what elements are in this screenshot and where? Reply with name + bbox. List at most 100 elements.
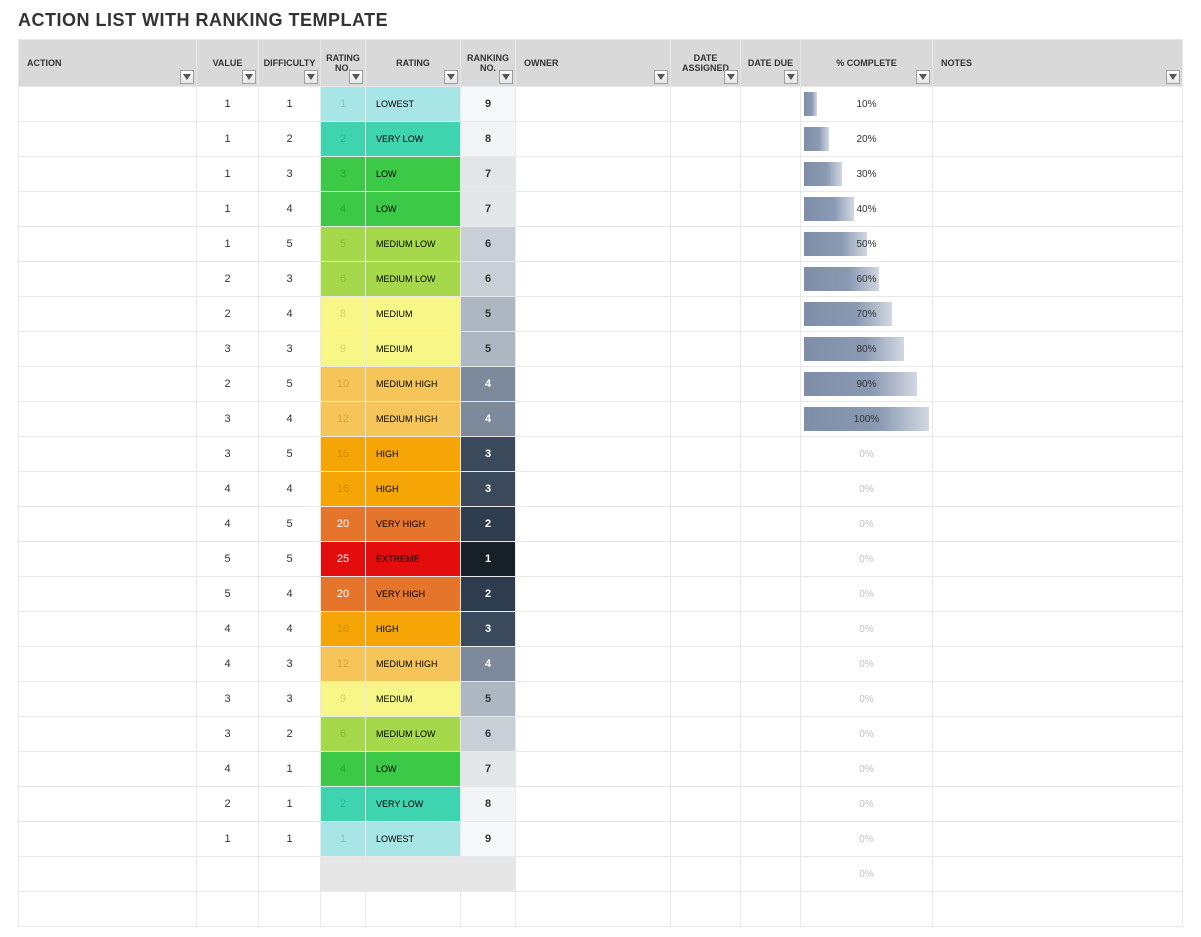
cell-difficulty[interactable]: 4 xyxy=(259,612,321,647)
cell-owner[interactable] xyxy=(516,857,671,892)
cell-difficulty[interactable]: 1 xyxy=(259,822,321,857)
cell-difficulty[interactable]: 1 xyxy=(259,787,321,822)
cell-difficulty[interactable] xyxy=(259,857,321,892)
cell-date-due[interactable] xyxy=(741,822,801,857)
cell-action[interactable] xyxy=(19,122,197,157)
cell-notes[interactable] xyxy=(933,262,1183,297)
cell-notes[interactable] xyxy=(933,542,1183,577)
cell-date-due[interactable] xyxy=(741,507,801,542)
cell-value[interactable]: 3 xyxy=(197,437,259,472)
cell-difficulty[interactable]: 4 xyxy=(259,297,321,332)
cell-difficulty[interactable]: 4 xyxy=(259,192,321,227)
cell-action[interactable] xyxy=(19,227,197,262)
cell-date-due[interactable] xyxy=(741,612,801,647)
cell-value[interactable]: 3 xyxy=(197,717,259,752)
cell-date-due[interactable] xyxy=(741,472,801,507)
cell-owner[interactable] xyxy=(516,367,671,402)
cell-owner[interactable] xyxy=(516,157,671,192)
cell-action[interactable] xyxy=(19,402,197,437)
cell-value[interactable]: 4 xyxy=(197,472,259,507)
cell-notes[interactable] xyxy=(933,612,1183,647)
cell-notes[interactable] xyxy=(933,822,1183,857)
cell-action[interactable] xyxy=(19,367,197,402)
cell-action[interactable] xyxy=(19,472,197,507)
cell-owner[interactable] xyxy=(516,122,671,157)
cell-owner[interactable] xyxy=(516,577,671,612)
cell-date-due[interactable] xyxy=(741,857,801,892)
cell-date-assigned[interactable] xyxy=(671,857,741,892)
cell-complete[interactable]: 0% xyxy=(801,437,933,472)
cell-value[interactable]: 4 xyxy=(197,612,259,647)
cell-value[interactable]: 1 xyxy=(197,87,259,122)
cell-date-due[interactable] xyxy=(741,752,801,787)
cell-difficulty[interactable]: 1 xyxy=(259,752,321,787)
cell-date-assigned[interactable] xyxy=(671,577,741,612)
cell-date-assigned[interactable] xyxy=(671,717,741,752)
cell-date-assigned[interactable] xyxy=(671,507,741,542)
cell-value[interactable]: 4 xyxy=(197,507,259,542)
cell-notes[interactable] xyxy=(933,157,1183,192)
cell-difficulty[interactable]: 5 xyxy=(259,367,321,402)
cell-value[interactable]: 3 xyxy=(197,682,259,717)
cell-complete[interactable]: 20% xyxy=(801,122,933,157)
cell-value[interactable]: 1 xyxy=(197,192,259,227)
cell-date-due[interactable] xyxy=(741,682,801,717)
cell-value[interactable]: 1 xyxy=(197,157,259,192)
cell-notes[interactable] xyxy=(933,332,1183,367)
cell-notes[interactable] xyxy=(933,437,1183,472)
cell-action[interactable] xyxy=(19,297,197,332)
cell-date-due[interactable] xyxy=(741,192,801,227)
filter-icon[interactable] xyxy=(724,70,738,84)
cell-notes[interactable] xyxy=(933,297,1183,332)
cell-value[interactable]: 5 xyxy=(197,542,259,577)
cell-owner[interactable] xyxy=(516,402,671,437)
cell-owner[interactable] xyxy=(516,892,671,927)
cell-notes[interactable] xyxy=(933,472,1183,507)
cell-value[interactable]: 4 xyxy=(197,752,259,787)
cell-notes[interactable] xyxy=(933,87,1183,122)
cell-owner[interactable] xyxy=(516,787,671,822)
filter-icon[interactable] xyxy=(916,70,930,84)
cell-date-due[interactable] xyxy=(741,227,801,262)
cell-value[interactable]: 3 xyxy=(197,402,259,437)
cell-date-due[interactable] xyxy=(741,647,801,682)
cell-complete[interactable]: 0% xyxy=(801,787,933,822)
cell-date-due[interactable] xyxy=(741,402,801,437)
cell-date-assigned[interactable] xyxy=(671,472,741,507)
cell-action[interactable] xyxy=(19,612,197,647)
cell-notes[interactable] xyxy=(933,892,1183,927)
cell-difficulty[interactable]: 4 xyxy=(259,402,321,437)
cell-owner[interactable] xyxy=(516,297,671,332)
cell-owner[interactable] xyxy=(516,192,671,227)
cell-action[interactable] xyxy=(19,507,197,542)
cell-difficulty[interactable]: 3 xyxy=(259,157,321,192)
cell-value[interactable]: 2 xyxy=(197,787,259,822)
cell-owner[interactable] xyxy=(516,507,671,542)
filter-icon[interactable] xyxy=(180,70,194,84)
cell-notes[interactable] xyxy=(933,682,1183,717)
cell-date-due[interactable] xyxy=(741,157,801,192)
cell-complete[interactable]: 40% xyxy=(801,192,933,227)
cell-action[interactable] xyxy=(19,892,197,927)
cell-notes[interactable] xyxy=(933,507,1183,542)
cell-difficulty[interactable]: 3 xyxy=(259,332,321,367)
cell-complete[interactable]: 0% xyxy=(801,577,933,612)
cell-date-due[interactable] xyxy=(741,787,801,822)
cell-value[interactable]: 2 xyxy=(197,297,259,332)
cell-date-due[interactable] xyxy=(741,717,801,752)
cell-action[interactable] xyxy=(19,332,197,367)
cell-notes[interactable] xyxy=(933,647,1183,682)
cell-action[interactable] xyxy=(19,717,197,752)
cell-owner[interactable] xyxy=(516,612,671,647)
cell-action[interactable] xyxy=(19,87,197,122)
cell-complete[interactable]: 0% xyxy=(801,507,933,542)
cell-owner[interactable] xyxy=(516,822,671,857)
cell-action[interactable] xyxy=(19,262,197,297)
cell-value[interactable]: 5 xyxy=(197,577,259,612)
cell-notes[interactable] xyxy=(933,402,1183,437)
cell-value[interactable]: 4 xyxy=(197,647,259,682)
cell-date-assigned[interactable] xyxy=(671,332,741,367)
cell-date-assigned[interactable] xyxy=(671,297,741,332)
cell-date-assigned[interactable] xyxy=(671,122,741,157)
cell-owner[interactable] xyxy=(516,647,671,682)
